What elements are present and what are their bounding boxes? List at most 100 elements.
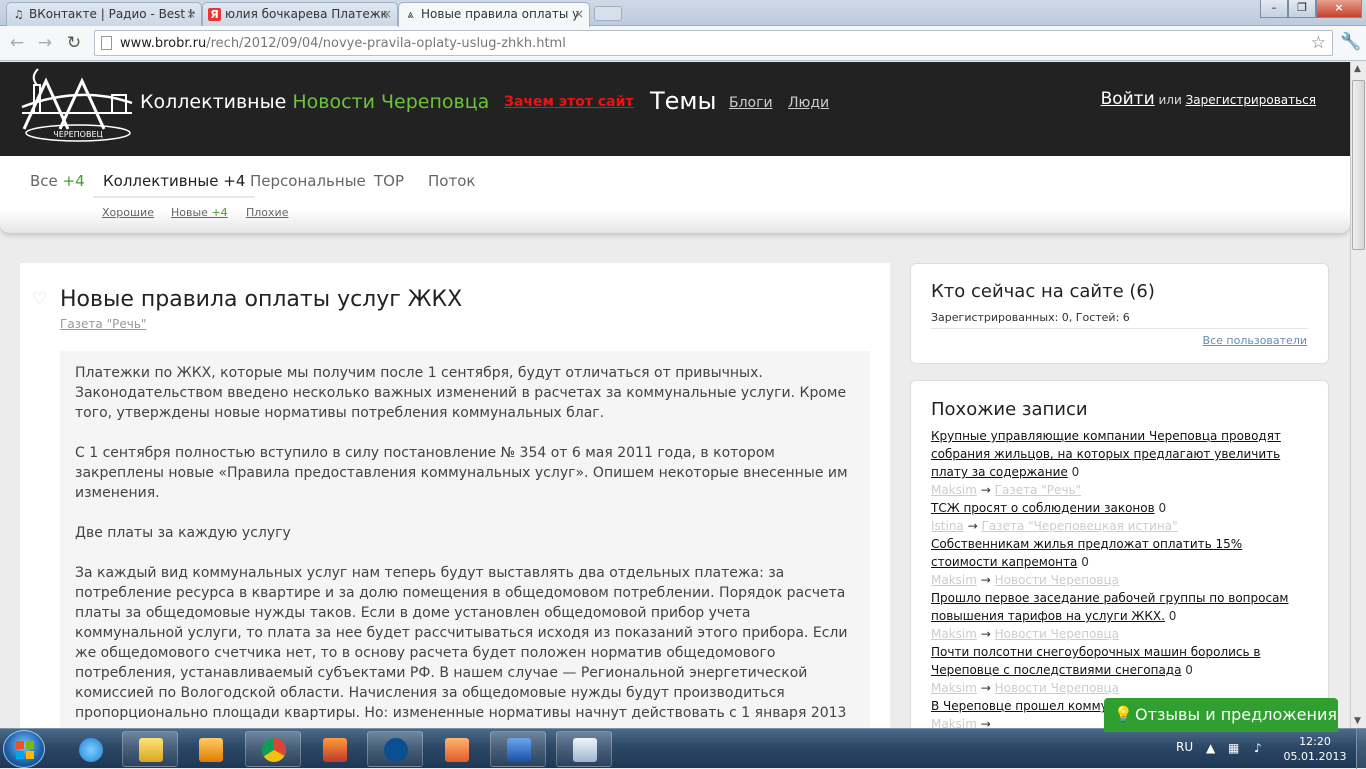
similar-list: Крупные управляющие компании Череповца п… xyxy=(931,427,1311,728)
blogs-link[interactable]: Блоги xyxy=(729,95,773,111)
clock-date: 05.01.2013 xyxy=(1283,750,1347,763)
show-desktop-button[interactable] xyxy=(1356,729,1366,769)
arrow-icon: → xyxy=(980,627,991,641)
tab-personal[interactable]: Персональные xyxy=(250,172,366,190)
site-title-part2: Новости Череповца xyxy=(292,91,490,113)
list-item: Прошло первое заседание рабочей группы п… xyxy=(931,589,1311,643)
tab-top[interactable]: TOP xyxy=(374,172,404,190)
similar-post-link[interactable]: Крупные управляющие компании Череповца п… xyxy=(931,429,1281,479)
site-favicon-icon: ⩓ xyxy=(407,8,414,21)
subtab-new[interactable]: Новые +4 xyxy=(171,206,228,219)
list-item: Собственникам жилья предложат оплатить 1… xyxy=(931,535,1311,589)
network-icon[interactable]: ▦ xyxy=(1228,741,1239,755)
blog-link[interactable]: Газета "Речь" xyxy=(995,483,1081,497)
arrow-icon: → xyxy=(967,519,978,533)
author-link[interactable]: Maksim xyxy=(931,681,977,695)
author-link[interactable]: Maksim xyxy=(931,627,977,641)
maximize-button[interactable]: ❐ xyxy=(1288,0,1316,18)
comment-count: 0 xyxy=(1185,663,1193,677)
similar-post-link[interactable]: В Череповце прошел коммуна xyxy=(931,699,1123,713)
subtab-bad[interactable]: Плохие xyxy=(246,206,288,219)
similar-post-link[interactable]: Прошло первое заседание рабочей группы п… xyxy=(931,591,1288,623)
bookmark-star-icon[interactable]: ☆ xyxy=(1311,33,1326,53)
address-bar[interactable]: www.brobr.ru/rech/2012/09/04/novye-pravi… xyxy=(94,30,1333,56)
reload-button[interactable]: ↻ xyxy=(63,32,85,54)
start-button[interactable] xyxy=(3,730,45,768)
or-text: или xyxy=(1158,93,1182,107)
taskbar-ie[interactable] xyxy=(62,731,118,767)
article-subheading: Две платы за каждую услугу xyxy=(75,525,291,541)
browser-tab-vk[interactable]: ♫ ВКонтакте | Радио - Best Hi × xyxy=(6,2,202,26)
snipping-tool-icon xyxy=(573,738,597,762)
url-host: www.brobr.ru xyxy=(120,36,207,51)
close-icon[interactable]: × xyxy=(186,7,196,21)
wrench-menu-icon[interactable]: 🔧 xyxy=(1340,32,1361,52)
blog-link[interactable]: Газета "Череповецкая истина" xyxy=(982,519,1178,533)
logo-text: ЧЕРЕПОВЕЦ xyxy=(53,130,102,139)
taskbar-media[interactable] xyxy=(182,731,238,767)
back-button[interactable]: ← xyxy=(6,32,28,54)
author-link[interactable]: Istina xyxy=(931,519,964,533)
show-hidden-icons-icon[interactable]: ▲ xyxy=(1206,741,1215,755)
vertical-scrollbar[interactable]: ▲ ▼ xyxy=(1350,62,1366,728)
taskbar-app[interactable] xyxy=(306,731,362,767)
post-meta: Maksim → Новости Череповца xyxy=(931,571,1311,589)
author-link[interactable]: Maksim xyxy=(931,483,977,497)
taskbar-explorer[interactable] xyxy=(122,731,178,767)
feedback-button[interactable]: 💡 Отзывы и предложения xyxy=(1104,698,1338,732)
language-indicator[interactable]: RU xyxy=(1176,740,1193,754)
why-this-site-link[interactable]: Зачем этот сайт xyxy=(504,94,634,110)
article-paragraph: За каждый вид коммунальных услуг нам теп… xyxy=(75,565,848,728)
article-source-link[interactable]: Газета "Речь" xyxy=(60,317,146,331)
taskbar-hp[interactable] xyxy=(367,731,423,767)
taskbar-word[interactable] xyxy=(490,731,546,767)
blog-link[interactable]: Новости Череповца xyxy=(995,573,1119,587)
tab-all[interactable]: Все +4 xyxy=(30,172,85,190)
similar-posts-box: Похожие записи Крупные управляющие компа… xyxy=(910,380,1329,728)
list-item: ТСЖ просят о соблюдении законов 0 Istina… xyxy=(931,499,1311,535)
tab-title: ВКонтакте | Радио - Best Hi xyxy=(29,7,195,21)
all-users-link[interactable]: Все пользователи xyxy=(1203,334,1307,347)
heart-icon[interactable]: ♡ xyxy=(32,289,47,309)
register-link[interactable]: Зарегистрироваться xyxy=(1186,93,1316,107)
people-link[interactable]: Люди xyxy=(788,95,829,111)
taskbar-app2[interactable] xyxy=(428,731,484,767)
taskbar: RU ▲ ▦ ♪ 12:20 05.01.2013 xyxy=(0,728,1366,769)
site-title[interactable]: Коллективные Новости Череповца xyxy=(140,91,489,113)
close-window-button[interactable]: × xyxy=(1316,0,1362,18)
minimize-button[interactable]: – xyxy=(1260,0,1288,18)
forward-button[interactable]: → xyxy=(34,32,56,54)
themes-link[interactable]: Темы xyxy=(650,87,716,115)
login-link[interactable]: Войти xyxy=(1101,89,1155,109)
similar-post-link[interactable]: ТСЖ просят о соблюдении законов xyxy=(931,501,1155,515)
comment-count: 0 xyxy=(1158,501,1167,515)
post-meta: Maksim → Газета "Речь" xyxy=(931,481,1311,499)
clock[interactable]: 12:20 05.01.2013 xyxy=(1282,734,1348,764)
article-paragraph: Платежки по ЖКХ, которые мы получим посл… xyxy=(75,365,847,421)
taskbar-snipping[interactable] xyxy=(556,731,612,767)
subtab-good[interactable]: Хорошие xyxy=(102,206,154,219)
close-icon[interactable]: × xyxy=(382,7,392,21)
tab-title: юлия бочкарева Платежк xyxy=(225,7,388,21)
ie-icon xyxy=(79,738,103,762)
comment-count: 0 xyxy=(1168,609,1177,623)
site-logo[interactable]: ЧЕРЕПОВЕЦ xyxy=(20,67,136,147)
tab-stream[interactable]: Поток xyxy=(428,172,475,190)
blog-link[interactable]: Новости Череповца xyxy=(995,681,1119,695)
close-icon[interactable]: × xyxy=(574,7,584,21)
folder-icon xyxy=(139,738,163,762)
subtab-label: Новые xyxy=(171,206,208,219)
browser-tab-yandex[interactable]: Я юлия бочкарева Платежк × xyxy=(202,2,398,26)
similar-post-link[interactable]: Почти полсотни снегоуборочных машин боро… xyxy=(931,645,1260,677)
scroll-thumb[interactable] xyxy=(1352,80,1365,250)
scroll-up-icon[interactable]: ▲ xyxy=(1354,64,1361,74)
scroll-down-icon[interactable]: ▼ xyxy=(1354,716,1361,726)
blog-link[interactable]: Новости Череповца xyxy=(995,627,1119,641)
author-link[interactable]: Maksim xyxy=(931,573,977,587)
browser-tab-active[interactable]: ⩓ Новые правила оплаты у × xyxy=(398,2,590,27)
volume-icon[interactable]: ♪ xyxy=(1254,741,1262,755)
author-link[interactable]: Maksim xyxy=(931,717,977,728)
new-tab-button[interactable] xyxy=(594,6,622,21)
tab-collective[interactable]: Коллективные +4 xyxy=(93,172,256,198)
taskbar-chrome[interactable] xyxy=(245,731,301,767)
